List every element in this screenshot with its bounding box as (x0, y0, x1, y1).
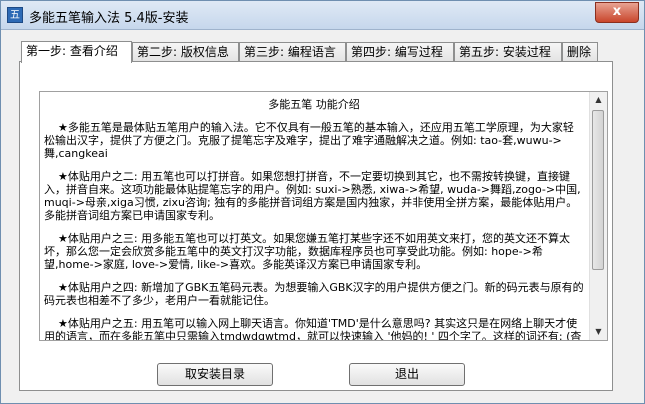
exit-button[interactable]: 退出 (349, 363, 465, 386)
close-button[interactable]: x (595, 2, 639, 23)
installer-window: 五 多能五笔输入法 5.4版-安装 x 第一步: 查看介绍 第二步: 版权信息 … (0, 0, 645, 404)
vertical-scrollbar[interactable]: ▲ ▼ (589, 92, 607, 340)
tab-step3-language[interactable]: 第三步: 编程语言 (239, 42, 346, 61)
tab-delete[interactable]: 删除 (562, 42, 598, 61)
intro-paragraph: ★体贴用户之二: 用五笔也可以打拼音。如果您想打拼音，不一定要切换到其它，也不需… (44, 170, 584, 222)
tab-step5-install[interactable]: 第五步: 安装过程 (454, 42, 562, 61)
tab-step2-copyright[interactable]: 第二步: 版权信息 (132, 42, 239, 61)
intro-heading: 多能五笔 功能介绍 (268, 98, 360, 111)
scroll-thumb[interactable] (592, 110, 604, 270)
intro-paragraph: ★体贴用户之四: 新增加了GBK五笔码元表。为想要输入GBK汉字的用户提供方便之… (44, 281, 584, 307)
intro-textbox[interactable]: 多能五笔 功能介绍 ★多能五笔是最体贴五笔用户的输入法。它不仅具有一般五笔的基本… (39, 91, 608, 341)
intro-paragraph: ★多能五笔是最体贴五笔用户的输入法。它不仅具有一般五笔的基本输入，还应用五笔工学… (44, 121, 574, 160)
tab-step4-process[interactable]: 第四步: 编写过程 (346, 42, 454, 61)
window-title: 多能五笔输入法 5.4版-安装 (29, 11, 189, 26)
cancel-install-dir-button[interactable]: 取安装目录 (157, 363, 273, 386)
title-bar: 五 多能五笔输入法 5.4版-安装 x (1, 1, 644, 30)
scroll-down-arrow-icon[interactable]: ▼ (591, 324, 606, 340)
intro-paragraph: ★体贴用户之三: 用多能五笔也可以打英文。如果您嫌五笔打某些字还不如用英文来打，… (44, 232, 571, 271)
tab-step1-intro[interactable]: 第一步: 查看介绍 (21, 41, 132, 63)
intro-text: 多能五笔 功能介绍 ★多能五笔是最体贴五笔用户的输入法。它不仅具有一般五笔的基本… (44, 92, 584, 340)
intro-paragraph: ★体贴用户之五: 用五笔可以输入网上聊天语言。你知道'TMD'是什么意思吗? 其… (44, 317, 582, 340)
scroll-up-arrow-icon[interactable]: ▲ (591, 92, 606, 108)
app-icon: 五 (7, 7, 23, 23)
